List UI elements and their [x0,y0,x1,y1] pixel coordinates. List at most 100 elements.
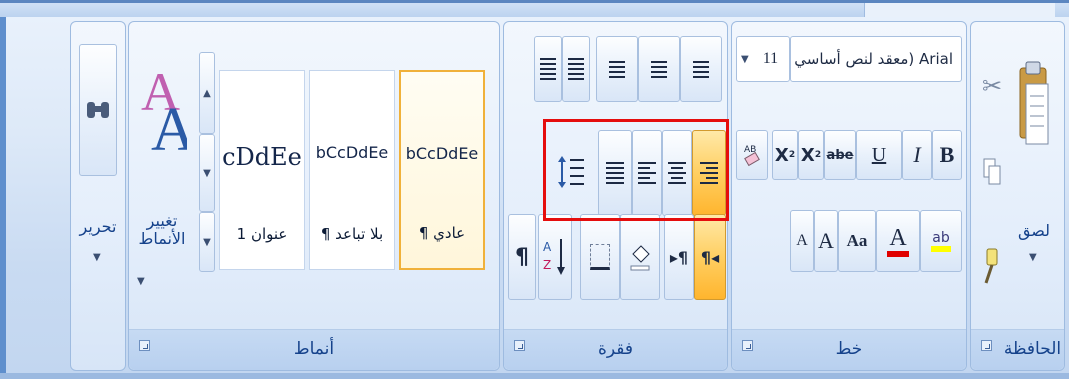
style-name-no-spacing: ¶ بلا تباعد [320,225,384,243]
alignment-highlight-box [543,119,729,221]
strikethrough-button[interactable]: abe [824,130,856,180]
font-group-footer: خط [732,329,966,370]
ribbon-top-strip [0,3,1069,17]
change-styles-dropdown-arrow[interactable]: ▼ [137,276,145,287]
multilevel-list-button[interactable] [596,36,638,102]
gallery-scroll-down-button[interactable]: ▼ [199,134,215,212]
clipboard-group: لصق ▼ ✂ الحافظة [970,21,1065,371]
underline-button[interactable]: U [856,130,902,180]
shading-button[interactable] [620,214,660,300]
paint-bucket-icon [630,245,650,271]
format-painter-icon[interactable] [979,242,1005,292]
window-left-edge [0,17,6,373]
svg-text:A: A [151,96,187,160]
change-case-label: Aa [846,231,868,250]
show-hide-marks-button[interactable]: ¶ [508,214,536,300]
multilevel-list-icon [609,60,625,78]
highlight-color-bar [931,246,951,252]
superscript-button[interactable]: X2 [772,130,798,180]
font-color-button[interactable]: A [876,210,920,272]
ribbon: لصق ▼ ✂ الحافظة معقد لنص أساسي) Arial ▼ … [0,0,1069,379]
increase-indent-button[interactable] [562,36,590,102]
font-name-value: معقد لنص أساسي) Arial [794,50,953,68]
sort-button[interactable]: AZ [538,214,572,300]
bold-label: B [939,142,955,167]
more-icon: ▼ [203,236,211,248]
ltr-direction-button[interactable]: ▸¶ [664,214,694,300]
decrease-indent-button[interactable] [534,36,562,102]
paragraph-group-footer: فقرة [504,329,727,370]
strikethrough-label: abe [826,147,854,163]
svg-text:A: A [543,240,552,254]
binoculars-icon [87,102,109,118]
bulleted-list-icon [693,60,709,78]
clear-formatting-button[interactable]: AB [736,130,768,180]
italic-button[interactable]: I [902,130,932,180]
paste-label[interactable]: لصق [1009,222,1059,240]
grow-font-label: A [818,228,834,253]
clipboard-dialog-launcher-icon[interactable] [981,340,992,351]
highlighter-icon: ab [932,230,950,246]
change-styles-button[interactable]: A A [135,50,191,290]
bullets-button[interactable] [680,36,722,102]
eraser-icon: AB [744,145,760,167]
scroll-down-icon: ▼ [203,167,211,179]
font-size-value: 11 [762,50,779,67]
ribbon-bottom-edge [0,373,1069,379]
numbered-list-icon [651,60,667,78]
tab-edge [864,3,1055,17]
paragraph-group-label: فقرة [597,339,633,359]
subscript-button[interactable]: X2 [798,130,824,180]
style-name-heading1: عنوان 1 [236,225,288,243]
font-name-combo[interactable]: معقد لنص أساسي) Arial [790,36,962,82]
superscript-label: X [774,144,789,166]
style-sample-no-spacing: bCcDdEe [315,143,389,162]
bold-button[interactable]: B [932,130,962,180]
editing-group: تحرير ▼ [70,21,126,371]
change-styles-label[interactable]: تغيير الأنماط [133,212,191,248]
numbering-button[interactable] [638,36,680,102]
cut-icon[interactable]: ✂ [979,58,1005,114]
styles-group: A A تغيير الأنماط ▼ ▲ ▼ ▼ cDdEe عنوان 1 … [128,21,500,371]
outdent-icon [540,58,556,80]
text-highlight-button[interactable]: ab [920,210,962,272]
paragraph-dialog-launcher-icon[interactable] [514,340,525,351]
style-sample-normal: bCcDdEe [405,144,479,163]
copy-icon[interactable] [979,152,1005,192]
clipboard-group-label: الحافظة [1003,339,1062,359]
change-case-button[interactable]: Aa [838,210,876,272]
styles-group-label: أنماط [293,339,335,359]
rtl-direction-button[interactable]: ¶◂ [694,214,726,300]
styles-group-footer: أنماط [129,329,499,370]
style-tile-no-spacing[interactable]: bCcDdEe ¶ بلا تباعد [309,70,395,270]
clipboard-group-footer: الحافظة [971,329,1064,370]
font-dialog-launcher-icon[interactable] [742,340,753,351]
subscript-label: X [800,144,815,166]
style-name-normal: ¶ عادي [418,224,466,242]
gallery-more-button[interactable]: ▼ [199,212,215,272]
font-group: معقد لنص أساسي) Arial ▼ 11 B I U abe X2 … [731,21,967,371]
style-sample-heading1: cDdEe [222,143,302,171]
styles-dialog-launcher-icon[interactable] [139,340,150,351]
font-color-bar [887,251,909,257]
italic-label: I [913,142,921,167]
gallery-scroll-up-button[interactable]: ▲ [199,52,215,134]
sort-az-icon: AZ [543,239,565,275]
underline-label: U [871,143,887,166]
editing-dropdown-arrow[interactable]: ▼ [93,252,101,263]
paste-dropdown-arrow[interactable]: ▼ [1029,252,1037,263]
svg-text:Z: Z [543,258,551,272]
style-tile-heading1[interactable]: cDdEe عنوان 1 [219,70,305,270]
borders-icon [590,244,610,270]
style-tile-normal[interactable]: bCcDdEe ¶ عادي [399,70,485,270]
font-size-combo[interactable]: ▼ 11 [736,36,790,82]
shrink-font-button[interactable]: A [790,210,814,272]
paste-icon[interactable] [1015,52,1053,156]
grow-font-button[interactable]: A [814,210,838,272]
editing-label[interactable]: تحرير [71,218,125,236]
font-size-dropdown-arrow[interactable]: ▼ [741,54,749,65]
clipboard-icon [1019,61,1049,145]
find-button[interactable] [79,44,117,176]
borders-button[interactable] [580,214,620,300]
font-group-label: خط [835,339,863,359]
